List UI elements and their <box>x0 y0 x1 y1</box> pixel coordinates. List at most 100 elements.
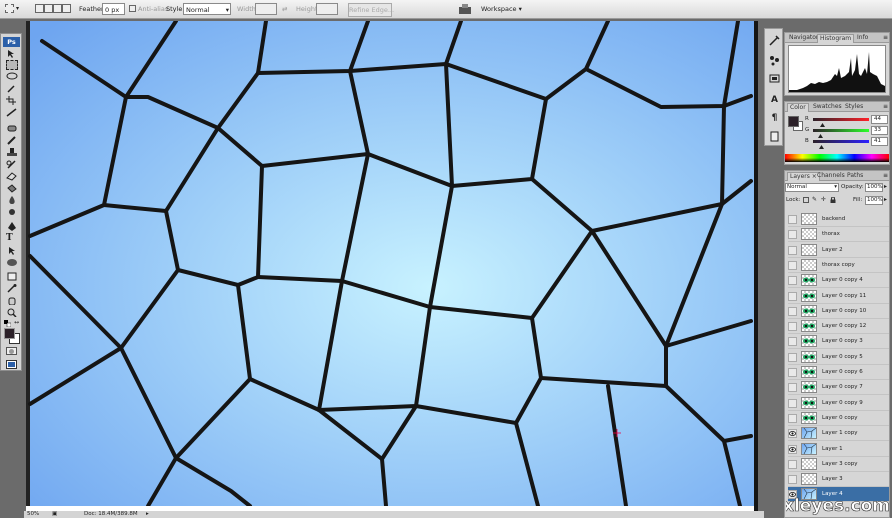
intersect-selection-icon[interactable] <box>62 4 71 13</box>
r-slider-thumb[interactable] <box>820 121 826 127</box>
style-select[interactable]: Normal ▾ <box>183 3 231 15</box>
character-panel-icon[interactable]: A <box>769 95 780 106</box>
dodge-tool-icon[interactable] <box>6 208 18 217</box>
move-tool-icon[interactable] <box>6 49 18 58</box>
layer-row[interactable]: Layer 0 copy 11 <box>788 289 889 304</box>
default-colors-icon[interactable] <box>4 320 12 328</box>
layer-visibility-toggle[interactable] <box>788 260 797 270</box>
layer-row[interactable]: Layer 0 copy 3 <box>788 334 889 350</box>
b-slider-thumb[interactable] <box>819 143 825 149</box>
lock-move-icon[interactable]: ✛ <box>821 197 827 203</box>
swap-icon[interactable]: ⇄ <box>282 3 287 15</box>
foreground-color-swatch[interactable] <box>4 328 15 339</box>
width-input[interactable] <box>255 3 277 15</box>
layer-visibility-toggle[interactable] <box>788 245 797 255</box>
eraser-tool-icon[interactable] <box>6 172 18 181</box>
layer-row[interactable]: Layer 0 copy 10 <box>788 304 889 319</box>
layer-visibility-toggle[interactable] <box>788 475 797 485</box>
tool-presets-icon[interactable] <box>769 35 780 46</box>
swap-colors-icon[interactable]: ↔ <box>14 320 21 326</box>
add-selection-icon[interactable] <box>44 4 53 13</box>
brush-tool-icon[interactable] <box>6 136 18 145</box>
layer-row[interactable]: Layer 0 copy <box>788 411 889 426</box>
layer-row[interactable]: Layer 0 copy 5 <box>788 350 889 365</box>
foreground-color-chip-top[interactable] <box>788 116 799 127</box>
tab-histogram[interactable]: Histogram <box>817 34 855 43</box>
layer-row[interactable]: Layer 1 <box>788 442 889 457</box>
refine-edge-button[interactable]: Refine Edge... <box>348 3 394 17</box>
layer-row[interactable]: Layer 0 copy 6 <box>788 365 889 380</box>
ps-badge[interactable]: Ps <box>3 37 20 47</box>
panel-menu-icon[interactable]: ≡ <box>883 103 888 110</box>
blur-tool-icon[interactable] <box>6 196 18 205</box>
layer-row[interactable]: thorax copy <box>788 258 889 273</box>
layer-row[interactable]: Layer 1 copy <box>788 426 889 442</box>
brushes-icon[interactable] <box>769 55 780 66</box>
lock-all-icon[interactable] <box>830 196 836 203</box>
layer-row[interactable]: Layer 0 copy 4 <box>788 273 889 289</box>
panel-menu-icon[interactable]: ≡ <box>883 172 888 179</box>
layer-visibility-toggle[interactable] <box>788 429 797 439</box>
shape-tool-icon[interactable] <box>6 258 18 267</box>
opacity-arrow-icon[interactable]: ▸ <box>884 183 887 190</box>
lasso-tool-icon[interactable] <box>6 72 18 81</box>
document-canvas[interactable] <box>26 21 758 512</box>
tab-swatches[interactable]: Swatches <box>811 103 844 111</box>
layer-visibility-toggle[interactable] <box>788 398 797 408</box>
r-value-input[interactable]: 44 <box>871 115 888 124</box>
fill-input[interactable]: 100% <box>865 196 883 205</box>
tab-channels[interactable]: Channels <box>815 172 847 180</box>
clone-source-icon[interactable] <box>769 73 780 84</box>
lock-transparent-icon[interactable] <box>803 197 809 203</box>
layer-visibility-toggle[interactable] <box>788 215 797 224</box>
layer-visibility-toggle[interactable] <box>788 276 797 286</box>
blend-mode-select[interactable]: Normal ▾ <box>785 183 839 192</box>
tab-styles[interactable]: Styles <box>843 103 865 111</box>
clone-stamp-tool-icon[interactable] <box>6 148 18 157</box>
eyedropper-tool-icon[interactable] <box>6 284 18 293</box>
layer-visibility-toggle[interactable] <box>788 459 797 469</box>
workspace-menu[interactable]: Workspace ▾ <box>481 3 522 15</box>
tab-paths[interactable]: Paths <box>845 172 865 180</box>
pen-tool-icon[interactable] <box>6 222 18 231</box>
crop-tool-icon[interactable] <box>6 96 18 105</box>
layer-visibility-toggle[interactable] <box>788 230 797 240</box>
layer-visibility-toggle[interactable] <box>788 383 797 393</box>
antialias-checkbox[interactable] <box>129 5 136 12</box>
zoom-tool-icon[interactable] <box>6 308 18 317</box>
layer-visibility-toggle[interactable] <box>788 352 797 362</box>
layer-visibility-toggle[interactable] <box>788 291 797 301</box>
notes-tool-icon[interactable] <box>6 272 18 281</box>
panel-menu-icon[interactable]: ≡ <box>883 34 888 41</box>
slice-tool-icon[interactable] <box>6 108 18 117</box>
layer-row[interactable]: backend <box>788 212 889 227</box>
g-value-input[interactable]: 33 <box>871 126 888 135</box>
layer-row[interactable]: Layer 3 copy <box>788 457 889 472</box>
layer-row[interactable]: Layer 0 copy 12 <box>788 319 889 335</box>
marquee-preset-icon[interactable] <box>5 4 14 13</box>
quick-mask-icon[interactable] <box>6 347 17 355</box>
history-brush-tool-icon[interactable] <box>6 160 18 169</box>
opacity-input[interactable]: 100% <box>865 183 883 192</box>
tab-color[interactable]: Color <box>787 103 809 112</box>
height-input[interactable] <box>316 3 338 15</box>
layer-comps-icon[interactable] <box>769 131 780 142</box>
layer-visibility-toggle[interactable] <box>788 306 797 316</box>
feather-input[interactable]: 0 px <box>102 3 125 15</box>
subtract-selection-icon[interactable] <box>53 4 62 13</box>
new-selection-icon[interactable] <box>35 4 44 13</box>
palette-well-icon[interactable] <box>458 3 472 15</box>
layer-row[interactable]: Layer 0 copy 7 <box>788 380 889 396</box>
preset-dropdown-arrow-icon[interactable]: ▾ <box>16 3 19 15</box>
lock-brush-icon[interactable]: ✎ <box>812 197 818 203</box>
magic-wand-tool-icon[interactable] <box>6 84 18 93</box>
paint-bucket-tool-icon[interactable] <box>6 184 18 193</box>
marquee-tool-icon[interactable] <box>6 60 18 70</box>
fill-arrow-icon[interactable]: ▸ <box>884 196 887 203</box>
hand-tool-icon[interactable] <box>6 296 18 305</box>
layer-row[interactable]: Layer 2 <box>788 243 889 258</box>
g-slider-thumb[interactable] <box>817 132 823 138</box>
b-value-input[interactable]: 41 <box>871 137 888 146</box>
zoom-level[interactable]: 50% <box>27 511 39 518</box>
path-selection-tool-icon[interactable] <box>6 246 18 255</box>
